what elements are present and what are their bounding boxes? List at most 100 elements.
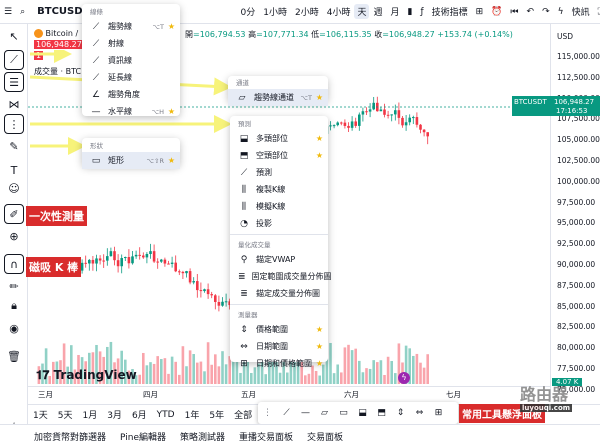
menu-icon[interactable]: ☰ bbox=[0, 7, 16, 17]
search-icon[interactable]: ⌕ bbox=[16, 7, 29, 17]
favorite-star-icon[interactable]: ★ bbox=[168, 156, 175, 165]
fav-date-range-icon[interactable]: ⇔ bbox=[410, 408, 429, 418]
candle-body bbox=[383, 109, 386, 115]
indicators-icon[interactable]: ƒ bbox=[416, 7, 427, 17]
range-all[interactable]: 全部 bbox=[229, 408, 257, 421]
interval-button-2h[interactable]: 2小時 bbox=[291, 5, 323, 18]
menu-item-fixed-range-volume[interactable]: ≣ 固定範圍成交量分佈圖 bbox=[230, 268, 332, 285]
fullscreen-icon[interactable]: ⛶ bbox=[594, 7, 600, 17]
interval-button-4h[interactable]: 4小時 bbox=[323, 5, 355, 18]
chart-type-icon[interactable]: ▮ bbox=[404, 7, 417, 17]
menu-item-date-price-range[interactable]: ⊞ 日期和價格範圍 ★ bbox=[230, 355, 328, 372]
menu-item-extended-line[interactable]: ⟋ 延長線 bbox=[82, 69, 180, 86]
favorite-star-icon[interactable]: ★ bbox=[316, 325, 323, 334]
undo-icon[interactable]: ↶ bbox=[523, 7, 539, 17]
trash-icon[interactable]: 🗑︎ bbox=[4, 346, 24, 366]
range-1y[interactable]: 1年 bbox=[180, 408, 205, 421]
interval-button-1h[interactable]: 1小時 bbox=[259, 5, 291, 18]
favorite-star-icon[interactable]: ★ bbox=[316, 359, 323, 368]
range-6m[interactable]: 6月 bbox=[127, 408, 152, 421]
fav-horizontal-line-icon[interactable]: — bbox=[296, 408, 315, 418]
menu-item-anchored-volume[interactable]: ≣ 錨定成交量分佈圖 bbox=[230, 285, 328, 302]
fav-channel-icon[interactable]: ▱ bbox=[315, 408, 334, 418]
range-5d[interactable]: 5天 bbox=[53, 408, 78, 421]
menu-item-date-range[interactable]: ⇔ 日期範圍 ★ bbox=[230, 338, 328, 355]
interval-button-day[interactable]: 天 bbox=[354, 4, 370, 19]
menu-item-rectangle[interactable]: ▭ 矩形 ⌥⇧R ★ bbox=[82, 152, 180, 169]
panel-tab-crypto-screener[interactable]: 加密貨幣對篩選器 bbox=[0, 430, 113, 443]
sell-price-box[interactable]: 106,948.27 bbox=[34, 40, 84, 49]
fav-rectangle-icon[interactable]: ▭ bbox=[334, 408, 353, 418]
panel-tab-trading-panel[interactable]: 交易面板 bbox=[300, 430, 350, 443]
layout-icon[interactable]: ⊞ bbox=[472, 7, 488, 17]
volume-bar bbox=[336, 364, 339, 384]
zoom-in-icon[interactable]: ⊕ bbox=[4, 226, 24, 246]
fav-price-range-icon[interactable]: ⇕ bbox=[391, 408, 410, 418]
time-tick: 六月 bbox=[344, 390, 359, 399]
menu-item-trend-angle[interactable]: ∠ 趨勢角度 bbox=[82, 86, 180, 103]
alert-icon[interactable]: ⏰ bbox=[487, 7, 506, 17]
menu-item-bars-pattern[interactable]: ⫼ 複製K線 bbox=[230, 181, 328, 198]
emoji-tool-icon[interactable]: ☺ bbox=[4, 178, 24, 198]
favorite-star-icon[interactable]: ★ bbox=[316, 342, 323, 351]
menu-item-horizontal-line[interactable]: — 水平線 ⌥H ★ bbox=[82, 103, 180, 120]
favorite-star-icon[interactable]: ★ bbox=[168, 22, 175, 31]
magnet-icon[interactable]: ∩ bbox=[4, 254, 24, 274]
range-5y[interactable]: 5年 bbox=[204, 408, 229, 421]
range-1m[interactable]: 1月 bbox=[77, 408, 102, 421]
fav-long-position-icon[interactable]: ⬓ bbox=[353, 408, 372, 418]
menu-item-price-range[interactable]: ⇕ 價格範圍 ★ bbox=[230, 321, 328, 338]
menu-item-trend-line[interactable]: ⟋ 趨勢線 ⌥T ★ bbox=[82, 18, 180, 35]
event-lightning-icon[interactable]: ϟ bbox=[398, 372, 410, 384]
menu-item-info-line[interactable]: ⟋ 資訊線 bbox=[82, 52, 180, 69]
menu-item-ray[interactable]: ⟋ 射線 bbox=[82, 35, 180, 52]
drag-handle-icon[interactable]: ⋮ bbox=[258, 408, 277, 418]
price-axis[interactable]: USD 115,000.00112,500.00110,000.00107,50… bbox=[550, 24, 600, 400]
lightning-icon[interactable]: ϟ bbox=[554, 7, 568, 17]
interval-button-month[interactable]: 月 bbox=[387, 5, 404, 18]
interval-button-week[interactable]: 週 bbox=[369, 5, 386, 18]
panel-tab-pine-editor[interactable]: Pine編輯器 bbox=[113, 430, 173, 443]
interval-button-30m[interactable]: 0分 bbox=[237, 5, 260, 18]
symbol-legend[interactable]: Bitcoin / bbox=[34, 29, 78, 38]
favorite-star-icon[interactable]: ★ bbox=[316, 134, 323, 143]
menu-item-label: 資訊線 bbox=[108, 56, 132, 65]
redo-icon[interactable]: ↷ bbox=[538, 7, 554, 17]
menu-item-projection[interactable]: ◔ 投影 bbox=[230, 215, 328, 232]
currency-label[interactable]: USD bbox=[557, 32, 573, 41]
date-range-icon: ⇔ bbox=[240, 341, 248, 352]
candle-body bbox=[210, 294, 213, 296]
panel-tab-replay-trading[interactable]: 重播交易面板 bbox=[232, 430, 300, 443]
panel-tab-strategy-tester[interactable]: 策略測試器 bbox=[173, 430, 232, 443]
cursor-icon[interactable]: ↖ bbox=[4, 26, 24, 46]
indicators-button[interactable]: 技術指標 bbox=[428, 5, 472, 18]
menu-item-ghost-feed[interactable]: ⫼ 模擬K線 bbox=[230, 198, 328, 215]
time-axis[interactable]: 三月 四月 五月 六月 七月 bbox=[28, 386, 550, 400]
menu-item-parallel-channel[interactable]: ▱ 趨勢線通道 ⌥T ★ bbox=[228, 89, 328, 106]
candle-body bbox=[340, 122, 343, 124]
lock-icon[interactable]: 🔒︎ bbox=[4, 296, 24, 316]
range-3m[interactable]: 3月 bbox=[102, 408, 127, 421]
fav-date-price-range-icon[interactable]: ⊞ bbox=[429, 408, 448, 418]
eye-icon[interactable]: ◉ bbox=[4, 318, 24, 338]
menu-item-label: 錨定成交量分佈圖 bbox=[256, 289, 320, 298]
ruler-tool-icon[interactable]: ✐ bbox=[4, 204, 24, 224]
replay-icon[interactable]: ⏮ bbox=[506, 7, 522, 17]
lock-drawing-icon[interactable]: ✏ bbox=[4, 276, 24, 296]
menu-item-short-position[interactable]: ⬒ 空頭部位 ★ bbox=[230, 147, 328, 164]
ohlc-values: 開=106,794.53 高=107,771.34 低=106,115.35 收… bbox=[185, 30, 513, 39]
fav-short-position-icon[interactable]: ⬒ bbox=[372, 408, 391, 418]
range-1d[interactable]: 1天 bbox=[28, 408, 53, 421]
quick-button[interactable]: 快訊 bbox=[568, 5, 594, 18]
favorite-star-icon[interactable]: ★ bbox=[316, 93, 323, 102]
favorite-star-icon[interactable]: ★ bbox=[168, 107, 175, 116]
favorite-star-icon[interactable]: ★ bbox=[316, 151, 323, 160]
menu-item-anchored-vwap[interactable]: ⚲ 錨定VWAP bbox=[230, 251, 328, 268]
candle-body bbox=[408, 117, 411, 123]
fav-trend-line-icon[interactable]: ⟋ bbox=[277, 408, 296, 418]
volume-bar bbox=[343, 347, 347, 384]
symbol-search-button[interactable]: BTCUSD bbox=[33, 6, 86, 17]
menu-item-long-position[interactable]: ⬓ 多頭部位 ★ bbox=[230, 130, 328, 147]
menu-item-forecast[interactable]: ⟋ 預測 bbox=[230, 164, 328, 181]
range-ytd[interactable]: YTD bbox=[152, 410, 180, 420]
